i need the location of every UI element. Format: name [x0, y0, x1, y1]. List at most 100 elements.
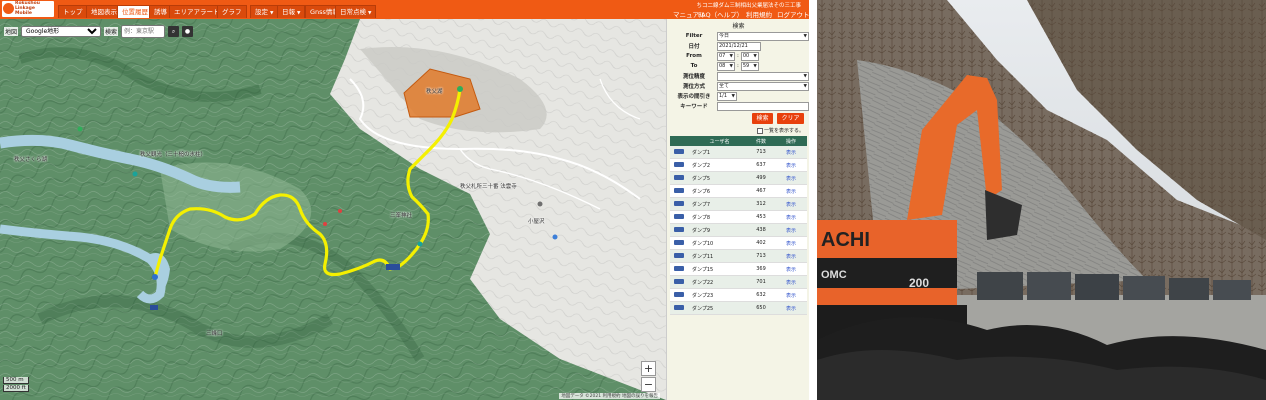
date-input[interactable]: 2021/12/21 — [717, 41, 761, 51]
to-hour-select[interactable]: 08 ▼ — [717, 61, 735, 71]
nav-graph[interactable]: グラフ — [217, 5, 247, 18]
show-link[interactable]: 表示 — [775, 197, 807, 211]
record-count: 369 — [747, 262, 775, 276]
show-link[interactable]: 表示 — [775, 223, 807, 237]
show-link[interactable]: 表示 — [775, 236, 807, 250]
filter-select[interactable]: 今日 ▼ — [717, 31, 809, 41]
chevron-down-icon: ▼ — [731, 93, 735, 99]
user-name: ダンプ5 — [692, 171, 747, 185]
table-row: ダンプ6 467 表示 — [670, 184, 807, 198]
truck-icon — [674, 201, 684, 206]
user-name: ダンプ11 — [692, 249, 747, 263]
dump-truck-icon[interactable] — [386, 264, 400, 270]
track-point-icon[interactable] — [152, 274, 158, 280]
truck-icon — [674, 279, 684, 284]
user-name: ダンプ10 — [692, 236, 747, 250]
zoom-out-button[interactable]: − — [641, 377, 656, 392]
nav-settings[interactable]: 設定 ▼ — [250, 5, 279, 18]
truck-cell — [670, 223, 692, 237]
truck-cell — [670, 146, 692, 159]
divider — [809, 0, 817, 400]
chevron-down-icon: ▼ — [753, 53, 757, 59]
show-link[interactable]: 表示 — [775, 301, 807, 315]
show-all-checkbox[interactable] — [757, 127, 763, 134]
show-link[interactable]: 表示 — [775, 171, 807, 185]
method-value: 全て — [719, 82, 730, 89]
poi-marker-icon[interactable] — [132, 171, 138, 177]
map-search-input[interactable] — [121, 24, 166, 38]
from-minute-select[interactable]: 00 ▼ — [740, 51, 759, 61]
nav-daily-inspection[interactable]: 日常点検 ▼ — [335, 5, 377, 18]
table-row: ダンプ8 453 表示 — [670, 210, 807, 224]
poi-marker-icon[interactable] — [417, 241, 423, 247]
show-link[interactable]: 表示 — [775, 146, 807, 159]
truck-cell — [670, 301, 692, 315]
show-link[interactable]: 表示 — [775, 249, 807, 263]
dump-truck-icon[interactable] — [150, 305, 158, 310]
show-all-option[interactable]: 一覧を表示する。 — [757, 127, 804, 134]
from-minute-value: 00 — [742, 52, 750, 59]
dump-truck — [1075, 274, 1119, 300]
link-logout[interactable]: ログアウト — [777, 9, 809, 19]
thin-select[interactable]: 1/1 ▼ — [717, 91, 737, 101]
truck-cell — [670, 184, 692, 198]
map-scale: 500 m 2000 ft — [3, 377, 29, 393]
track-start-icon[interactable] — [457, 86, 463, 92]
map-view[interactable]: 秩父湖 秩父さくら湖 秩父観光（三十槌の氷柱） 秩父札所三十番 法雲寺 小屋沢 … — [0, 19, 666, 400]
table-row: ダンプ15 369 表示 — [670, 262, 807, 276]
search-icon[interactable]: ⌕ — [168, 25, 180, 37]
zoom-in-button[interactable]: + — [641, 361, 656, 376]
from-label: From — [686, 53, 702, 59]
chevron-down-icon: ▼ — [753, 63, 757, 69]
show-link[interactable]: 表示 — [775, 288, 807, 302]
pin-icon[interactable]: ● — [182, 25, 194, 37]
keyword-input[interactable] — [717, 101, 809, 111]
truck-icon — [674, 149, 684, 154]
to-minute-select[interactable]: 59 ▼ — [740, 61, 759, 71]
map-label: 秩父さくら湖 — [14, 157, 48, 163]
nav-daily-report[interactable]: 日報 ▼ — [277, 5, 306, 18]
show-link[interactable]: 表示 — [775, 275, 807, 289]
nav-top[interactable]: トップ — [58, 5, 88, 18]
user-name: ダンプ25 — [692, 301, 747, 315]
from-hour-select[interactable]: 07 ▼ — [717, 51, 735, 61]
poi-marker-icon[interactable] — [552, 234, 558, 240]
time-colon: : — [737, 53, 739, 59]
to-hour-value: 08 — [719, 62, 726, 69]
poi-marker-icon[interactable] — [77, 126, 83, 132]
link-terms[interactable]: 利用規約 — [746, 9, 772, 19]
search-button[interactable]: 検索 — [752, 113, 773, 124]
chevron-down-icon: ▼ — [803, 73, 807, 79]
show-link[interactable]: 表示 — [775, 184, 807, 198]
alert-marker-icon[interactable] — [338, 209, 342, 213]
nav-label: 日常点検 — [340, 8, 366, 16]
user-name: ダンプ6 — [692, 184, 747, 198]
clear-button[interactable]: クリア — [777, 113, 804, 124]
table-row: ダンプ1 713 表示 — [670, 146, 807, 159]
map-canvas[interactable] — [0, 19, 666, 400]
link-faq[interactable]: FAQ（ヘルプ） — [698, 9, 743, 19]
chevron-down-icon: ▼ — [729, 53, 733, 59]
nav-position-history[interactable]: 位置履歴 — [117, 5, 153, 18]
truck-icon — [674, 240, 684, 245]
truck-icon — [674, 162, 684, 167]
poi-marker-icon[interactable] — [537, 201, 543, 207]
record-count: 312 — [747, 197, 775, 211]
excavator-badge: OMC — [821, 269, 847, 281]
accuracy-select[interactable]: ▼ — [717, 71, 809, 81]
keyword-label: キーワード — [680, 104, 708, 110]
chevron-down-icon: ▼ — [803, 83, 807, 89]
show-link[interactable]: 表示 — [775, 158, 807, 172]
method-select[interactable]: 全て ▼ — [717, 81, 809, 91]
table-header-row: ユーザ名 件数 操作 — [670, 136, 807, 146]
map-label: 三峰口 — [206, 331, 223, 337]
logo[interactable]: Rokushou Linkage Mobile — [2, 1, 54, 17]
map-type-select[interactable]: Google地形 — [21, 25, 102, 37]
accuracy-row: 測位精度 ▼ — [671, 71, 809, 81]
show-link[interactable]: 表示 — [775, 210, 807, 224]
show-link[interactable]: 表示 — [775, 262, 807, 276]
truck-icon — [674, 214, 684, 219]
user-name: ダンプ9 — [692, 223, 747, 237]
map-attribution[interactable]: 地図データ ©2021 利用規約 地図の誤りを報告 — [559, 393, 660, 399]
alert-marker-icon[interactable] — [323, 222, 327, 226]
